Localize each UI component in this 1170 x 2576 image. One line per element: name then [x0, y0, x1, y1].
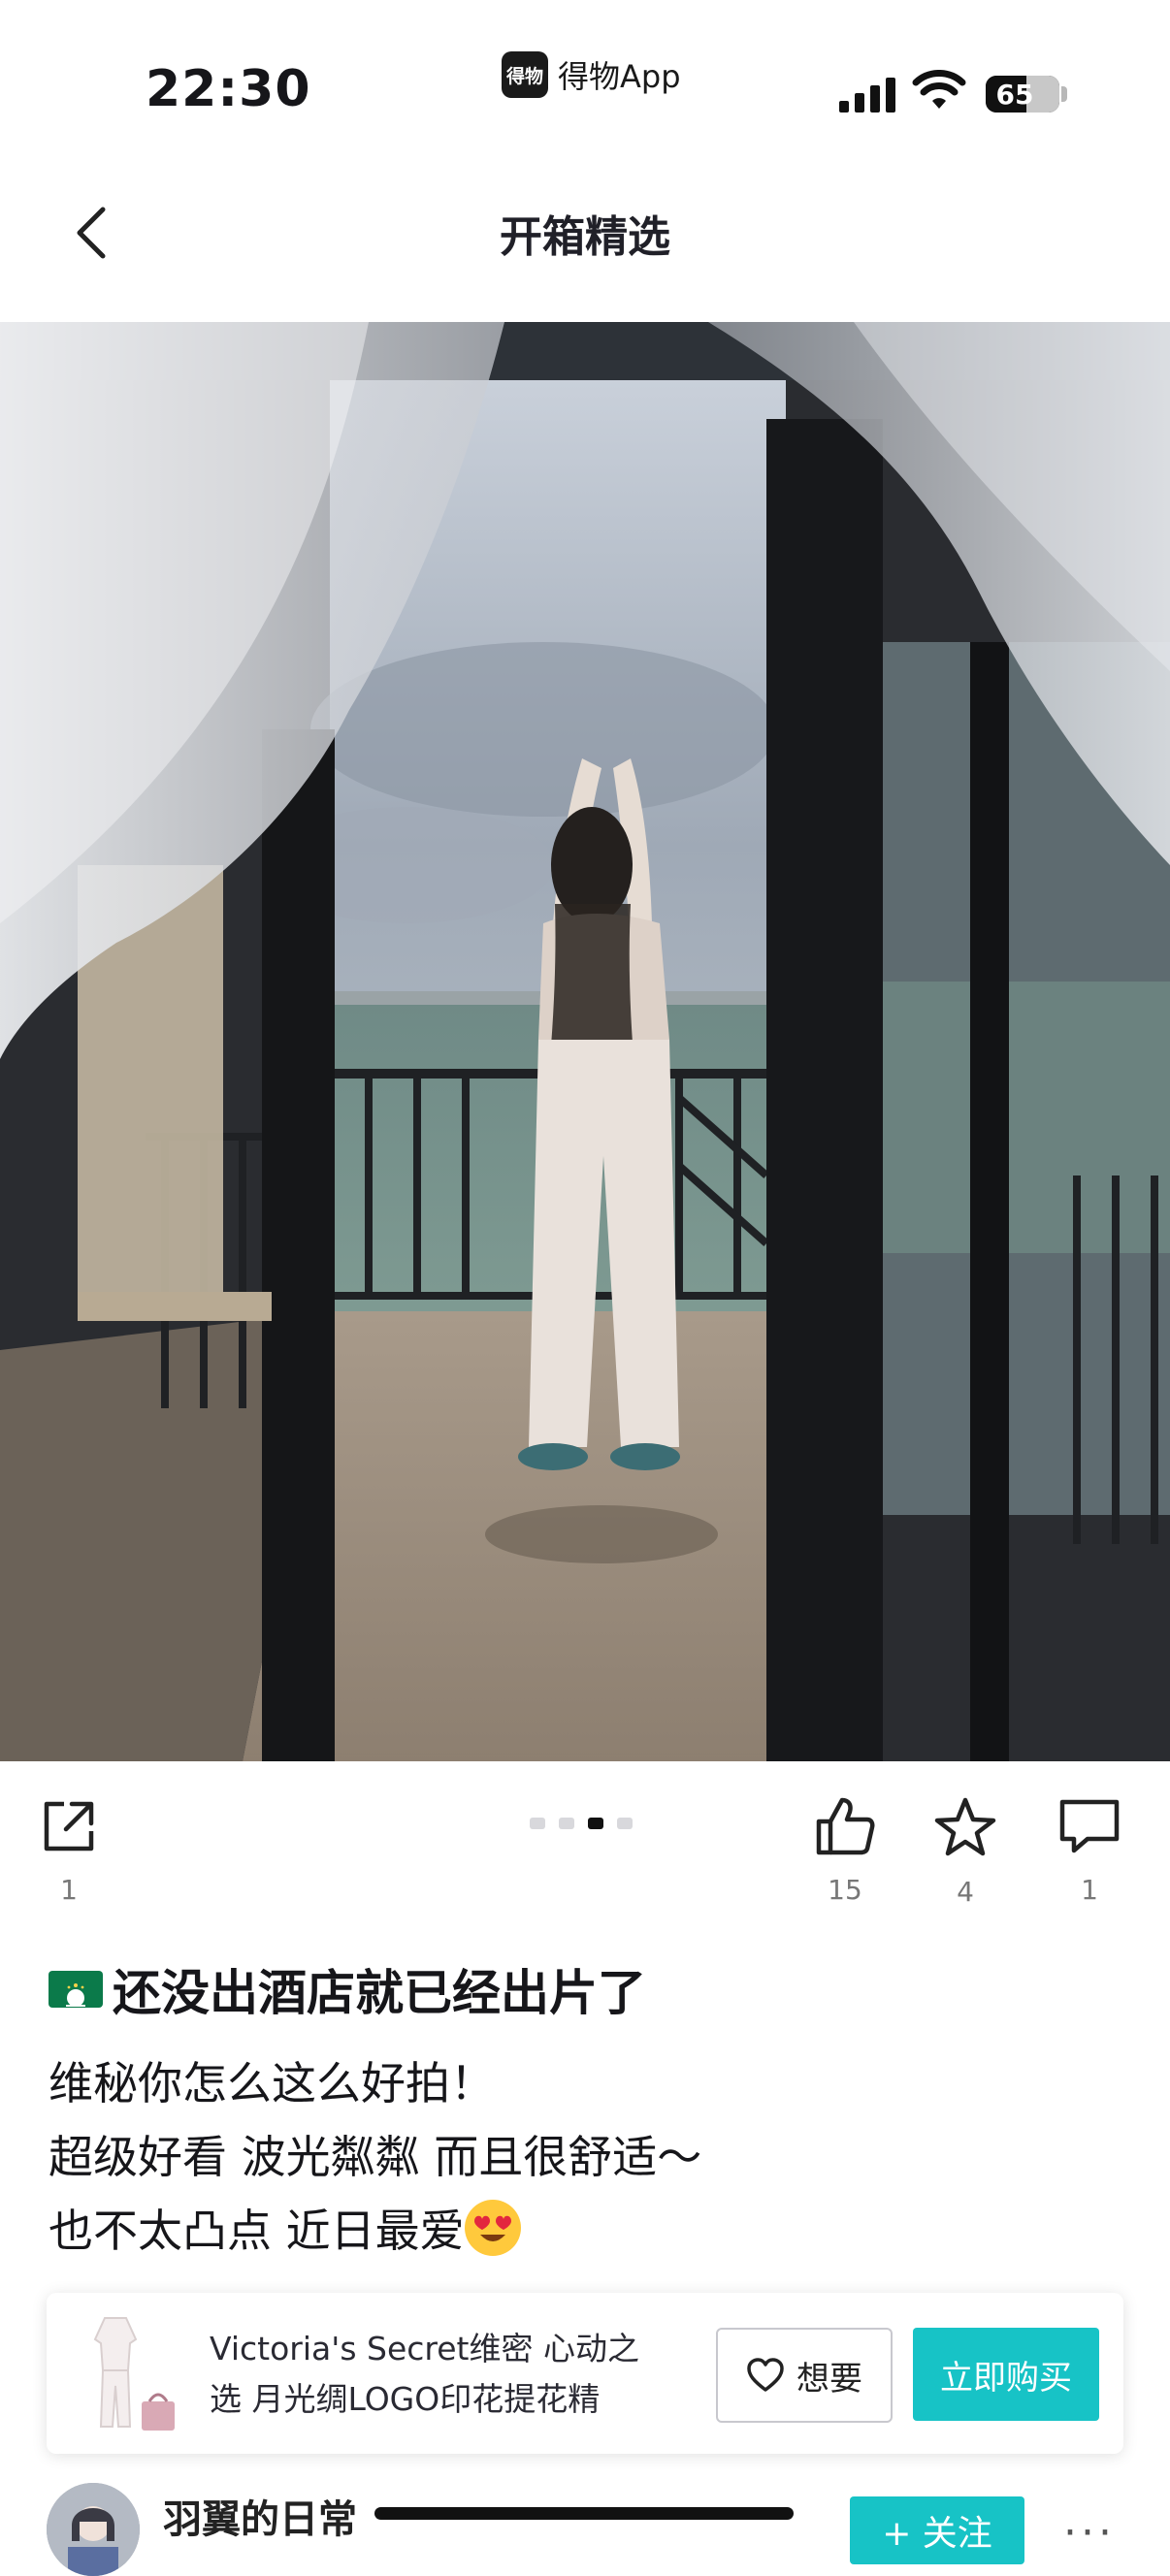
post-title: 还没出酒店就已经出片了	[113, 1965, 646, 2021]
battery-tip	[1061, 86, 1067, 102]
macau-flag-icon	[49, 1971, 103, 2008]
product-name-line: Victoria's Secret维密 心动之	[210, 2330, 639, 2367]
comment-button[interactable]: 1	[1056, 1796, 1123, 1906]
buy-now-button[interactable]: 立即购买	[913, 2328, 1099, 2421]
heart-icon	[747, 2358, 784, 2392]
author-name[interactable]: 羽翼的日常	[163, 2488, 357, 2544]
post-line-with-emoji: 也不太凸点 近日最爱	[49, 2194, 701, 2268]
more-options-icon[interactable]: ···	[1063, 2508, 1116, 2558]
page-title: 开箱精选	[500, 212, 670, 262]
post-line: 超级好看 波光粼粼 而且很舒适～	[49, 2131, 702, 2183]
heart-eyes-emoji-icon	[464, 2200, 521, 2256]
product-name-line: 选 月光绸LOGO印花提花精	[210, 2380, 601, 2418]
post-line: 维秘你怎么这么好拍！	[49, 2057, 495, 2109]
favorite-count: 4	[957, 1876, 974, 1908]
app-label: 得物 得物App	[502, 51, 681, 98]
app-name: 得物App	[558, 58, 681, 95]
home-indicator	[374, 2507, 794, 2520]
share-button[interactable]: 1	[37, 1796, 101, 1906]
carousel-dot[interactable]	[617, 1818, 633, 1829]
star-icon	[934, 1797, 996, 1856]
carousel-dot[interactable]	[559, 1818, 574, 1829]
battery-icon: 65	[986, 76, 1059, 113]
photo-illustration	[0, 322, 1170, 1761]
product-card[interactable]: Victoria's Secret维密 心动之 选 月光绸LOGO印花提花精 想…	[47, 2293, 1123, 2454]
author-avatar[interactable]	[47, 2483, 140, 2576]
post-line: 也不太凸点 近日最爱	[49, 2205, 465, 2257]
product-thumbnail	[66, 2310, 192, 2436]
share-count: 1	[60, 1874, 78, 1906]
status-time: 22:30	[146, 60, 311, 118]
cellular-signal-icon	[839, 76, 895, 113]
carousel-indicator	[530, 1818, 633, 1829]
share-icon	[44, 1801, 94, 1852]
favorite-button[interactable]: 4	[931, 1796, 999, 1908]
battery-level: 65	[995, 78, 1034, 111]
want-label: 想要	[796, 2359, 862, 2399]
follow-button[interactable]: + 关注	[850, 2496, 1024, 2564]
like-button[interactable]: 15	[808, 1796, 882, 1906]
thumbs-up-icon	[816, 1797, 875, 1855]
comment-count: 1	[1081, 1874, 1098, 1906]
like-count: 15	[828, 1874, 862, 1906]
post-title-row: 还没出酒店就已经出片了	[49, 1954, 646, 2024]
want-button[interactable]: 想要	[716, 2328, 893, 2423]
carousel-dot[interactable]	[530, 1818, 545, 1829]
comment-icon	[1059, 1799, 1120, 1853]
wifi-icon	[912, 70, 966, 109]
product-name: Victoria's Secret维密 心动之 选 月光绸LOGO印花提花精	[210, 2324, 714, 2425]
post-photo[interactable]	[0, 322, 1170, 1761]
post-body: 维秘你怎么这么好拍！ 超级好看 波光粼粼 而且很舒适～ 也不太凸点 近日最爱	[49, 2046, 701, 2268]
carousel-dot-active[interactable]	[588, 1818, 603, 1829]
app-logo-icon: 得物	[502, 51, 548, 98]
